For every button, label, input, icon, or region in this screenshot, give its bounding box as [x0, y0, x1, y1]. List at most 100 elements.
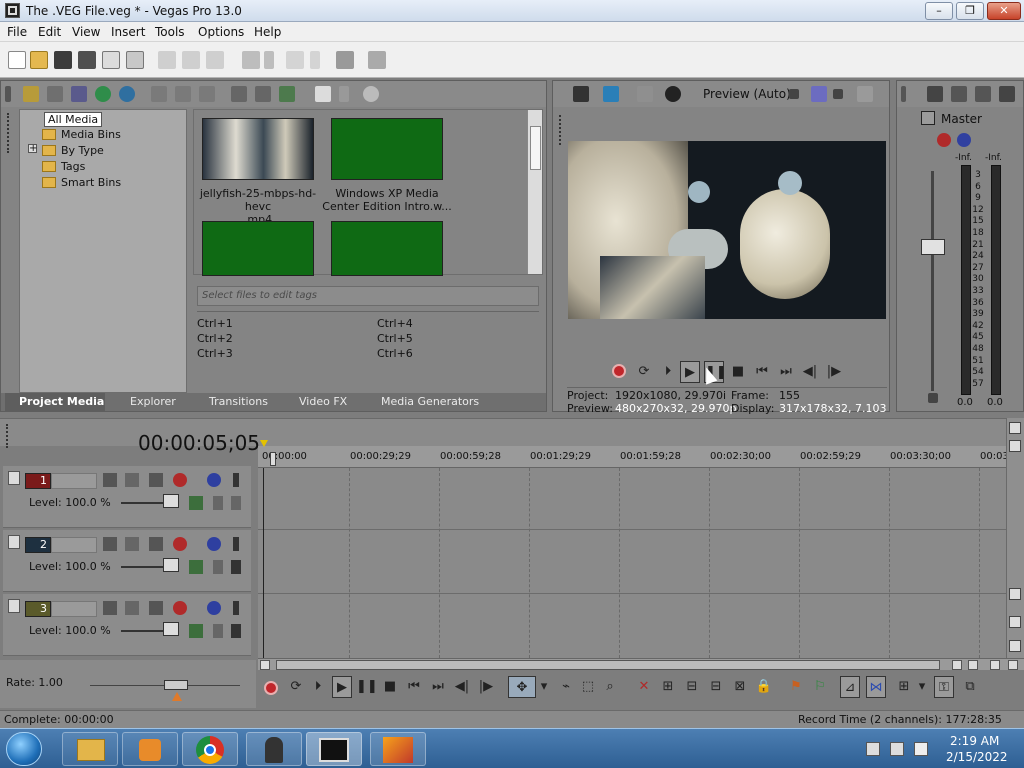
taskbar-clock-time[interactable]: 2:19 AM [950, 734, 999, 748]
video-output-icon[interactable] [573, 86, 589, 102]
collapse-track-icon[interactable] [8, 471, 20, 485]
green-thumbnail-3[interactable] [202, 221, 314, 276]
meter-options-icon[interactable] [999, 86, 1015, 102]
go-to-start-icon[interactable]: ⏮ [752, 361, 772, 383]
play-icon[interactable]: ▶ [332, 676, 352, 698]
composite-mode-icon[interactable] [103, 473, 117, 487]
vegas-launcher-taskbar-icon[interactable] [370, 732, 426, 766]
make-compositing-child-icon[interactable] [125, 537, 139, 551]
auto-crossfade-icon[interactable]: ⋈ [866, 676, 886, 698]
copy-snapshot-icon[interactable] [857, 86, 873, 102]
play-icon[interactable]: ▶ [680, 361, 700, 383]
tab-video-fx[interactable]: Video FX [299, 395, 347, 408]
file-explorer-taskbar-icon[interactable] [62, 732, 118, 766]
media-player-taskbar-icon[interactable] [122, 732, 178, 766]
external-monitor-icon[interactable] [603, 86, 619, 102]
tree-media-bins[interactable]: Media Bins [42, 128, 121, 141]
grip-icon[interactable] [7, 113, 11, 153]
go-to-start-icon[interactable]: ⏮ [404, 676, 424, 698]
import-media-icon[interactable] [23, 86, 39, 102]
mute-icon[interactable] [207, 601, 221, 615]
menu-file[interactable]: File [7, 25, 27, 39]
undo-dropdown-icon[interactable] [264, 51, 274, 69]
level-slider-thumb[interactable] [163, 622, 179, 636]
zoom-out-vertical-icon[interactable] [1009, 640, 1021, 652]
chrome-taskbar-icon[interactable] [182, 732, 238, 766]
zoom-in-vertical-icon[interactable] [1009, 616, 1021, 628]
scroll-left-icon[interactable] [260, 660, 270, 670]
zoom-tool-icon[interactable]: ⌕ [600, 676, 620, 698]
views-icon[interactable] [315, 86, 331, 102]
scroll-right-icon[interactable] [952, 660, 962, 670]
previous-frame-icon[interactable]: ◀| [452, 676, 472, 698]
level-slider-thumb[interactable] [163, 494, 179, 508]
track-motion-icon[interactable] [149, 537, 163, 551]
master-lock-icon[interactable] [928, 393, 938, 403]
normal-edit-tool-icon[interactable]: ✥ [508, 676, 536, 698]
level-slider-thumb[interactable] [163, 558, 179, 572]
track-name-field[interactable] [51, 601, 97, 617]
next-frame-icon[interactable]: |▶ [824, 361, 844, 383]
timecode-display[interactable]: 00:00:05;05 [138, 431, 260, 455]
overlays-dropdown-icon[interactable] [833, 89, 843, 99]
get-media-web-icon[interactable] [71, 86, 87, 102]
close-button[interactable]: ✕ [987, 2, 1021, 20]
zoom-in-horizontal-icon[interactable] [968, 660, 978, 670]
scroll-up-icon[interactable] [1009, 440, 1021, 452]
video-track-3[interactable]: 3 Level: 100.0 % [3, 594, 251, 656]
insert-marker-icon[interactable]: ⚑ [786, 676, 806, 698]
move-up-icon[interactable] [231, 560, 241, 574]
minimize-button[interactable]: – [925, 2, 953, 20]
start-button-icon[interactable] [6, 732, 42, 766]
ignore-grouping-icon[interactable]: ⧉ [960, 676, 980, 698]
marker-flag-icon[interactable] [1009, 422, 1021, 434]
track-name-field[interactable] [51, 537, 97, 553]
make-compositing-child-icon[interactable] [125, 473, 139, 487]
lock-icon[interactable]: 🔒 [754, 676, 774, 698]
render-icon[interactable] [126, 51, 144, 69]
auto-preview-icon[interactable] [279, 86, 295, 102]
action-center-icon[interactable] [890, 742, 904, 756]
playhead-marker-icon[interactable] [270, 452, 276, 466]
move-down-icon[interactable] [213, 496, 223, 510]
collapse-track-icon[interactable] [8, 535, 20, 549]
downmix-icon[interactable] [951, 86, 967, 102]
move-up-icon[interactable] [231, 624, 241, 638]
menu-options[interactable]: Options [198, 25, 244, 39]
lock-envelopes-icon[interactable]: ⚿ [934, 676, 954, 698]
video-track-2[interactable]: 2 Level: 100.0 % [3, 530, 251, 592]
redo-icon[interactable] [286, 51, 304, 69]
dock-handle-icon[interactable] [5, 86, 11, 102]
next-frame-icon[interactable]: |▶ [476, 676, 496, 698]
menu-tools[interactable]: Tools [155, 25, 185, 39]
master-fx-icon[interactable] [937, 133, 951, 147]
tree-by-type[interactable]: By Type [42, 144, 104, 157]
play-from-start-icon[interactable]: ⏵ [658, 361, 678, 383]
trim-icon[interactable]: ⊞ [658, 676, 678, 698]
paste-icon[interactable] [206, 51, 224, 69]
copy-icon[interactable] [182, 51, 200, 69]
track-motion-icon[interactable] [149, 473, 163, 487]
scroll-thumb[interactable] [276, 660, 940, 670]
zoom-tool-icon[interactable] [1008, 660, 1018, 670]
level-slider[interactable] [121, 502, 169, 504]
cut-icon[interactable] [158, 51, 176, 69]
record-icon[interactable] [612, 364, 626, 378]
delete-icon[interactable]: ✕ [634, 676, 654, 698]
mute-icon[interactable] [207, 537, 221, 551]
zoom-out-horizontal-icon[interactable] [990, 660, 1000, 670]
trim-start-icon[interactable]: ⊟ [682, 676, 702, 698]
search-media-icon[interactable] [119, 86, 135, 102]
timeline-ruler[interactable]: 00:00:00 00:00:29;29 00:00:59;28 00:01:2… [258, 440, 1012, 468]
views-dropdown-icon[interactable] [339, 86, 349, 102]
go-to-end-icon[interactable]: ⏭ [776, 361, 796, 383]
tab-project-media[interactable]: Project Media [19, 395, 104, 408]
collapse-track-icon[interactable] [8, 599, 20, 613]
help-pointer-icon[interactable] [368, 51, 386, 69]
dim-output-icon[interactable] [975, 86, 991, 102]
timeline-vertical-scrollbar[interactable] [1006, 418, 1024, 658]
refresh-icon[interactable] [95, 86, 111, 102]
track-name-field[interactable] [51, 473, 97, 489]
timeline-area[interactable] [258, 468, 1006, 658]
loop-icon[interactable]: ⟳ [286, 676, 306, 698]
